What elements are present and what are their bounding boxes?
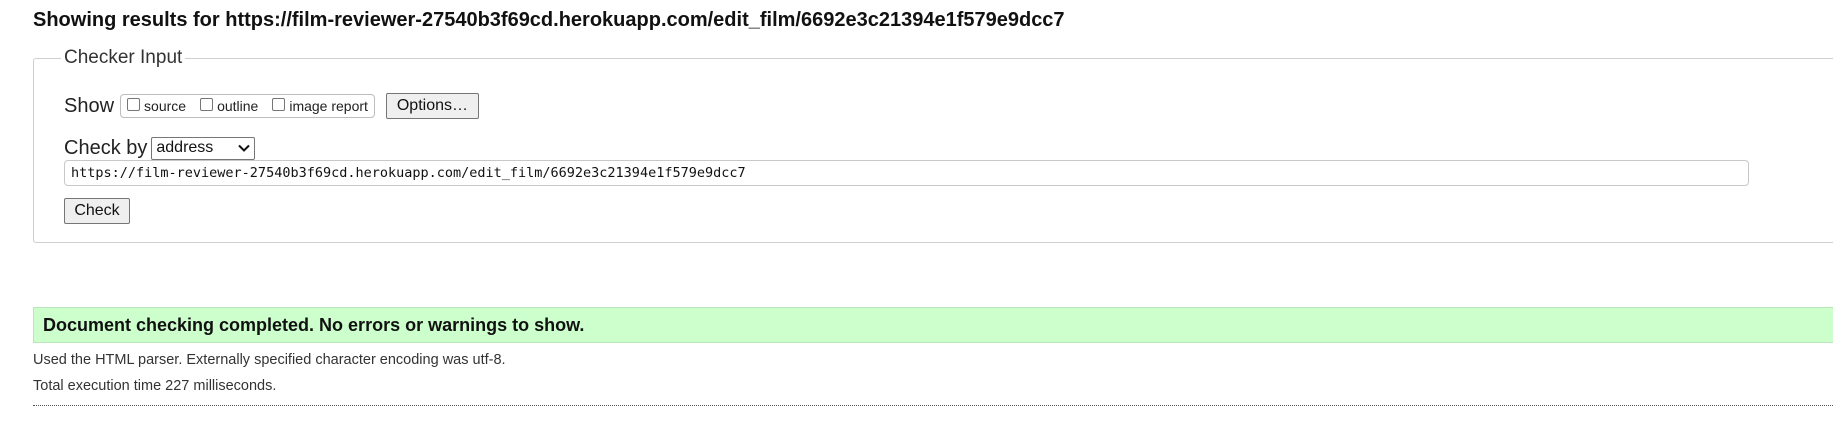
page-title-prefix: Showing results for <box>33 9 220 31</box>
source-checkbox-label: source <box>144 98 187 114</box>
outline-checkbox[interactable] <box>200 98 214 111</box>
outline-checkbox-label: outline <box>217 98 259 114</box>
checker-input-fieldset: Checker Input Show source outline image … <box>33 47 1833 243</box>
show-outline-option[interactable]: outline <box>200 98 258 114</box>
show-label: Show <box>64 94 115 117</box>
show-image-report-option[interactable]: image report <box>272 98 368 114</box>
page-title: Showing results for https://film-reviewe… <box>33 9 1065 32</box>
image-report-checkbox-label: image report <box>289 98 368 114</box>
success-message: Document checking completed. No errors o… <box>33 307 1833 343</box>
validator-page: Showing results for https://film-reviewe… <box>0 0 1833 434</box>
page-title-url: https://film-reviewer-27540b3f69cd.herok… <box>225 9 1065 31</box>
show-options-group: source outline image report <box>120 94 375 118</box>
divider <box>33 405 1833 406</box>
source-checkbox[interactable] <box>127 98 141 111</box>
check-by-selected-value: address <box>156 139 214 156</box>
image-report-checkbox[interactable] <box>272 98 286 111</box>
show-options-row: Show source outline image report Options… <box>64 92 479 120</box>
parser-info: Used the HTML parser. Externally specifi… <box>33 352 506 368</box>
checker-input-legend: Checker Input <box>61 47 186 69</box>
options-button[interactable]: Options… <box>385 93 479 119</box>
url-input[interactable]: https://film-reviewer-27540b3f69cd.herok… <box>64 160 1749 186</box>
check-button[interactable]: Check <box>64 198 130 224</box>
execution-time: Total execution time 227 milliseconds. <box>33 378 277 394</box>
check-by-select[interactable]: address <box>151 136 256 160</box>
chevron-down-icon <box>238 144 251 152</box>
check-by-label: Check by <box>64 136 148 159</box>
show-source-option[interactable]: source <box>127 98 186 114</box>
check-by-row: Check by address <box>64 135 256 161</box>
